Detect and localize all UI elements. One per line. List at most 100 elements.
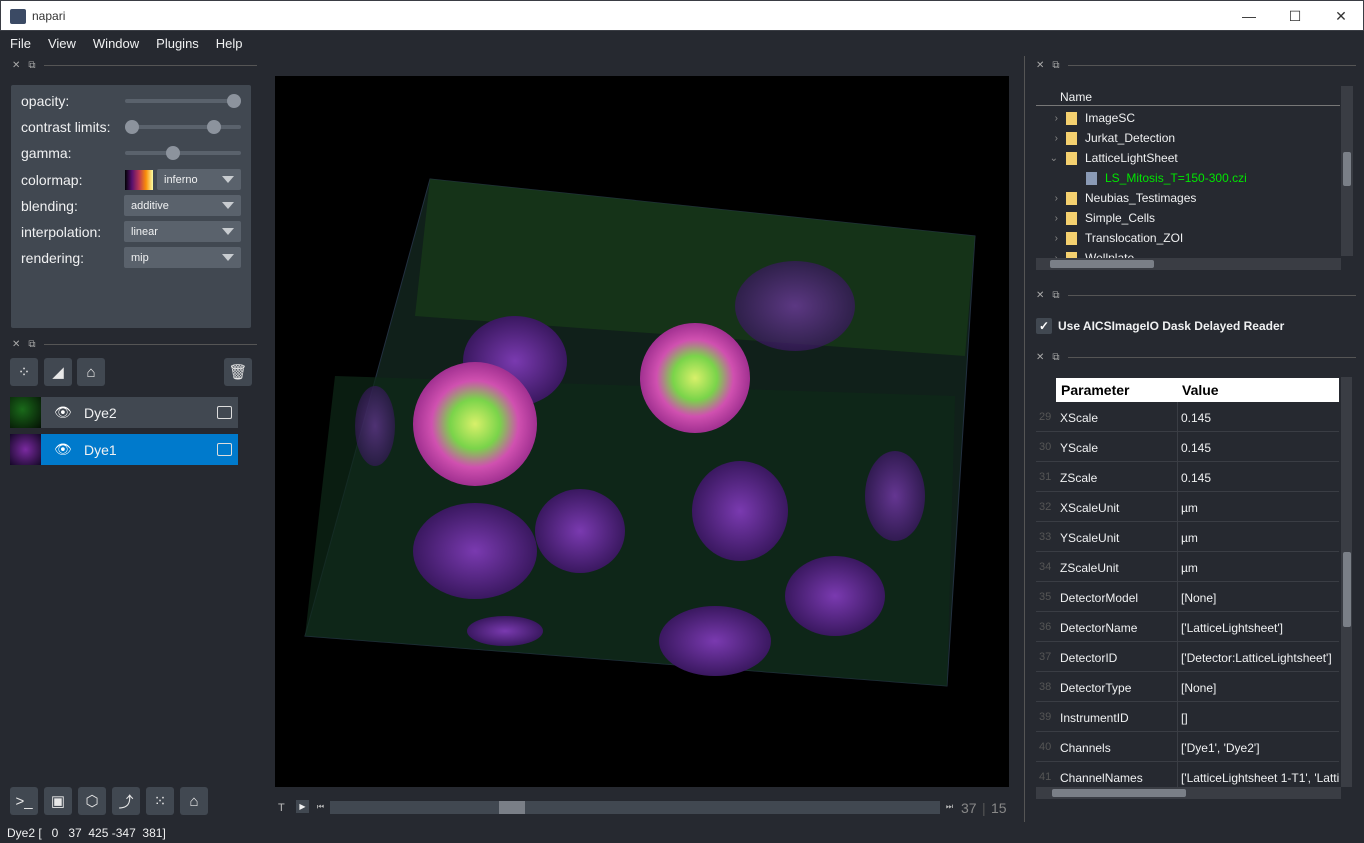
contrast-limits-slider[interactable] bbox=[125, 120, 241, 134]
column-header-value[interactable]: Value bbox=[1182, 382, 1219, 398]
float-dock-icon[interactable]: ⧉ bbox=[28, 339, 35, 350]
table-row[interactable]: 37 DetectorID ['Detector:LatticeLightsheet… bbox=[1036, 642, 1339, 672]
table-row[interactable]: 40 Channels ['Dye1', 'Dye2'] bbox=[1036, 732, 1339, 762]
grid-view-button[interactable]: ⁙ bbox=[146, 787, 174, 815]
close-window-icon[interactable]: ✕ bbox=[1326, 6, 1356, 26]
column-header-parameter[interactable]: Parameter bbox=[1061, 382, 1130, 398]
table-row[interactable]: 34 ZScaleUnit µm bbox=[1036, 552, 1339, 582]
close-dock-icon[interactable]: ✕ bbox=[1036, 60, 1044, 71]
table-row[interactable]: 30 YScale 0.145 bbox=[1036, 432, 1339, 462]
tree-vertical-scrollbar[interactable] bbox=[1341, 86, 1353, 256]
scrollbar-thumb[interactable] bbox=[1343, 152, 1351, 186]
tree-folder-item[interactable]: › ImageSC bbox=[1036, 108, 1340, 128]
contrast-min-handle[interactable] bbox=[125, 120, 139, 134]
chevron-down-icon bbox=[222, 176, 234, 183]
blending-dropdown[interactable]: additive bbox=[124, 195, 241, 216]
table-row[interactable]: 36 DetectorName ['LatticeLightsheet'] bbox=[1036, 612, 1339, 642]
row-number: 31 bbox=[1039, 471, 1052, 483]
dask-reader-option[interactable]: ✓ Use AICSImageIO Dask Delayed Reader bbox=[1036, 316, 1284, 336]
layer-item-dye2[interactable]: 👁 Dye2 bbox=[10, 397, 238, 428]
tree-folder-item[interactable]: › Translocation_ZOI bbox=[1036, 228, 1340, 248]
volume-render bbox=[304, 178, 976, 687]
chevron-right-icon[interactable]: › bbox=[1036, 233, 1066, 244]
float-dock-icon[interactable]: ⧉ bbox=[28, 60, 35, 71]
float-dock-icon[interactable]: ⧉ bbox=[1052, 352, 1059, 363]
menu-plugins[interactable]: Plugins bbox=[146, 31, 206, 51]
chevron-right-icon[interactable]: › bbox=[1036, 113, 1066, 124]
eye-icon[interactable]: 👁 bbox=[54, 404, 72, 421]
close-dock-icon[interactable]: ✕ bbox=[1036, 352, 1044, 363]
menu-view[interactable]: View bbox=[38, 31, 83, 51]
chevron-down-icon[interactable]: ⌄ bbox=[1036, 153, 1066, 164]
float-dock-icon[interactable]: ⧉ bbox=[1052, 290, 1059, 301]
time-slider[interactable] bbox=[330, 801, 940, 814]
table-row[interactable]: 39 InstrumentID [] bbox=[1036, 702, 1339, 732]
reset-view-button[interactable]: ⌂ bbox=[180, 787, 208, 815]
dock-splitter[interactable] bbox=[1024, 56, 1025, 822]
opacity-slider-handle[interactable] bbox=[227, 94, 241, 108]
param-cell: DetectorName bbox=[1060, 621, 1138, 635]
menu-window[interactable]: Window bbox=[83, 31, 146, 51]
step-forward-icon[interactable]: ⏭ bbox=[943, 800, 956, 813]
new-points-layer-button[interactable]: ⁘ bbox=[10, 358, 38, 386]
gamma-slider-handle[interactable] bbox=[165, 146, 180, 160]
table-header: Parameter Value bbox=[1056, 378, 1339, 402]
dask-reader-label: Use AICSImageIO Dask Delayed Reader bbox=[1058, 319, 1285, 333]
opacity-slider[interactable] bbox=[125, 94, 241, 108]
menu-help[interactable]: Help bbox=[206, 31, 250, 51]
step-back-icon[interactable]: ⏮ bbox=[314, 800, 327, 813]
tree-header-name[interactable]: Name bbox=[1036, 86, 1340, 106]
tree-folder-item[interactable]: ⌄ LatticeLightSheet bbox=[1036, 148, 1340, 168]
table-row[interactable]: 32 XScaleUnit µm bbox=[1036, 492, 1339, 522]
tree-folder-item[interactable]: › Neubias_Testimages bbox=[1036, 188, 1340, 208]
float-dock-icon[interactable]: ⧉ bbox=[1052, 60, 1059, 71]
time-slider-handle[interactable] bbox=[499, 801, 526, 814]
layer-item-dye1[interactable]: 👁 Dye1 bbox=[10, 434, 238, 465]
table-row[interactable]: 35 DetectorModel [None] bbox=[1036, 582, 1339, 612]
tree-folder-item[interactable]: › Simple_Cells bbox=[1036, 208, 1340, 228]
rendering-dropdown[interactable]: mip bbox=[124, 247, 241, 268]
row-number: 37 bbox=[1039, 651, 1052, 663]
chevron-right-icon[interactable]: › bbox=[1036, 133, 1066, 144]
eye-icon[interactable]: 👁 bbox=[54, 441, 72, 458]
maximize-icon[interactable]: ☐ bbox=[1280, 6, 1310, 26]
menu-file[interactable]: File bbox=[0, 31, 38, 51]
scrollbar-thumb[interactable] bbox=[1050, 260, 1154, 268]
image-layer-icon bbox=[217, 406, 232, 419]
table-row[interactable]: 29 XScale 0.145 bbox=[1036, 402, 1339, 432]
minimize-icon[interactable]: — bbox=[1234, 6, 1264, 26]
chevron-right-icon[interactable]: › bbox=[1036, 193, 1066, 204]
table-row[interactable]: 31 ZScale 0.145 bbox=[1036, 462, 1339, 492]
table-horizontal-scrollbar[interactable] bbox=[1036, 787, 1341, 799]
scrollbar-thumb[interactable] bbox=[1343, 552, 1351, 627]
ndisplay-toggle-button[interactable]: ▣ bbox=[44, 787, 72, 815]
tree-file-item[interactable]: LS_Mitosis_T=150-300.czi bbox=[1036, 168, 1340, 188]
close-dock-icon[interactable]: ✕ bbox=[1036, 290, 1044, 301]
scrollbar-thumb[interactable] bbox=[1052, 789, 1186, 797]
value-cell: µm bbox=[1181, 501, 1198, 515]
delete-layer-button[interactable]: 🗑 bbox=[224, 358, 252, 386]
roll-dims-button[interactable]: ⬡ bbox=[78, 787, 106, 815]
table-row[interactable]: 38 DetectorType [None] bbox=[1036, 672, 1339, 702]
close-dock-icon[interactable]: ✕ bbox=[12, 339, 20, 350]
close-dock-icon[interactable]: ✕ bbox=[12, 60, 20, 71]
tree-horizontal-scrollbar[interactable] bbox=[1036, 258, 1341, 270]
chevron-right-icon[interactable]: › bbox=[1036, 213, 1066, 224]
tree-folder-item[interactable]: › Jurkat_Detection bbox=[1036, 128, 1340, 148]
new-shapes-layer-button[interactable]: ◢ bbox=[44, 358, 72, 386]
contrast-max-handle[interactable] bbox=[207, 120, 221, 134]
gamma-slider[interactable] bbox=[125, 146, 241, 160]
transpose-button[interactable]: ⤴ bbox=[112, 787, 140, 815]
table-row[interactable]: 33 YScaleUnit µm bbox=[1036, 522, 1339, 552]
new-labels-layer-button[interactable]: ⌂ bbox=[77, 358, 105, 386]
layer-list-dock-header: ✕ ⧉ bbox=[0, 335, 265, 353]
interpolation-dropdown[interactable]: linear bbox=[124, 221, 241, 242]
checkbox-checked-icon[interactable]: ✓ bbox=[1036, 318, 1052, 334]
colormap-dropdown[interactable]: inferno bbox=[157, 169, 241, 190]
table-vertical-scrollbar[interactable] bbox=[1341, 377, 1352, 787]
column-divider bbox=[1177, 702, 1178, 732]
console-button[interactable]: >_ bbox=[10, 787, 38, 815]
viewer-canvas[interactable] bbox=[275, 76, 1009, 787]
play-icon[interactable]: ▶ bbox=[296, 800, 309, 813]
nucleus bbox=[785, 556, 885, 636]
